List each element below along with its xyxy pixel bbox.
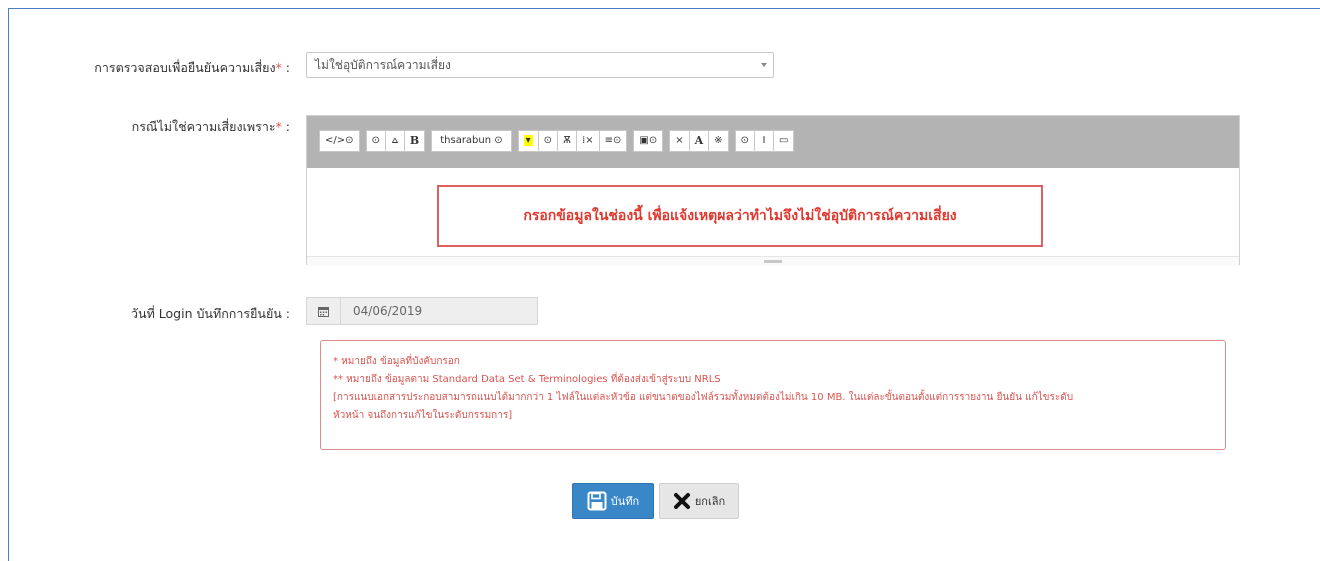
editor-content-area[interactable]: กรอกข้อมูลในช่องนี้ เพื่อแจ้งเหตุผลว่าทำ… (307, 168, 1239, 256)
note-line: [การแนบเอกสารประกอบสามารถแนบได้มากกว่า 1… (333, 392, 1074, 403)
form-panel (8, 8, 1320, 561)
picture-button[interactable]: ▣⊙ (633, 130, 664, 152)
save-label: บันทึก (610, 495, 640, 508)
font-name-dropdown[interactable]: thsarabun ⊙ (431, 130, 512, 152)
close-icon (673, 493, 690, 509)
save-button[interactable]: บันทึก (572, 483, 654, 519)
editor-hint: กรอกข้อมูลในช่องนี้ เพื่อแจ้งเหตุผลว่าทำ… (437, 185, 1043, 247)
risk-check-select[interactable]: ไม่ใช่อุบัติการณ์ความเสี่ยง (306, 52, 774, 78)
rich-text-editor: </>⊙ ⊙ ⩟ B thsarabun ⊙ ▾ ⊙ Ѫ ⁞× ≡⊙ ▣⊙ × … (306, 115, 1240, 266)
editor-toolbar: </>⊙ ⊙ ⩟ B thsarabun ⊙ ▾ ⊙ Ѫ ⁞× ≡⊙ ▣⊙ × … (307, 116, 1239, 168)
bold-button[interactable]: B (403, 130, 426, 152)
line-height-button[interactable]: I (753, 130, 774, 152)
note-line: ** หมายถึง ข้อมูลตาม Standard Data Set &… (333, 374, 721, 385)
editor-hint-text: กรอกข้อมูลในช่องนี้ เพื่อแจ้งเหตุผลว่าทำ… (523, 208, 957, 224)
align-dropdown-button[interactable]: ≡⊙ (598, 130, 628, 152)
style-dropdown-button[interactable]: ⊙ (365, 130, 386, 152)
floppy-disk-icon (587, 491, 607, 511)
risk-check-selected-value: ไม่ใช่อุบัติการณ์ความเสี่ยง (315, 58, 451, 72)
highlight-swatch: ▾ (523, 135, 533, 146)
color-dropdown-button[interactable]: ⊙ (537, 130, 559, 152)
cancel-button[interactable]: ยกเลิก (659, 483, 739, 519)
login-date-label: วันที่ Login บันทึกการยืนยัน : (131, 306, 290, 321)
help-button[interactable]: ⊙ (734, 130, 755, 152)
editor-resize-bar[interactable] (307, 256, 1239, 266)
note-line: * หมายถึง ข้อมูลที่บังคับกรอก (333, 356, 460, 367)
calendar-icon (307, 298, 341, 324)
strikethrough-button[interactable]: Ѫ (557, 130, 578, 152)
risk-check-label: การตรวจสอบเพื่อยืนยันความเสี่ยง* : (94, 60, 290, 75)
login-date-value: 04/06/2019 (353, 304, 423, 318)
reason-label: กรณีไม่ใช่ความเสี่ยงเพราะ* : (131, 119, 290, 134)
cancel-label: ยกเลิก (694, 495, 726, 508)
instruction-note: * หมายถึง ข้อมูลที่บังคับกรอก ** หมายถึง… (320, 340, 1226, 450)
chevron-down-icon (761, 63, 767, 67)
clear-format-button[interactable]: ⁞× (576, 130, 600, 152)
login-date-field: 04/06/2019 (306, 297, 538, 325)
font-size-button[interactable]: A (688, 130, 710, 152)
remove-format-button[interactable]: × (669, 130, 690, 152)
superscript-button[interactable]: ⩟ (384, 130, 405, 152)
special-char-button[interactable]: ※ (708, 130, 729, 152)
color-button[interactable]: ▾ (517, 130, 539, 152)
note-line: หัวหน้า จนถึงการแก้ไขในระดับกรรมการ] (333, 410, 513, 421)
resize-grip-icon[interactable] (764, 260, 782, 263)
code-view-button[interactable]: </>⊙ (319, 130, 360, 152)
fullscreen-button[interactable]: ▭ (772, 130, 795, 152)
